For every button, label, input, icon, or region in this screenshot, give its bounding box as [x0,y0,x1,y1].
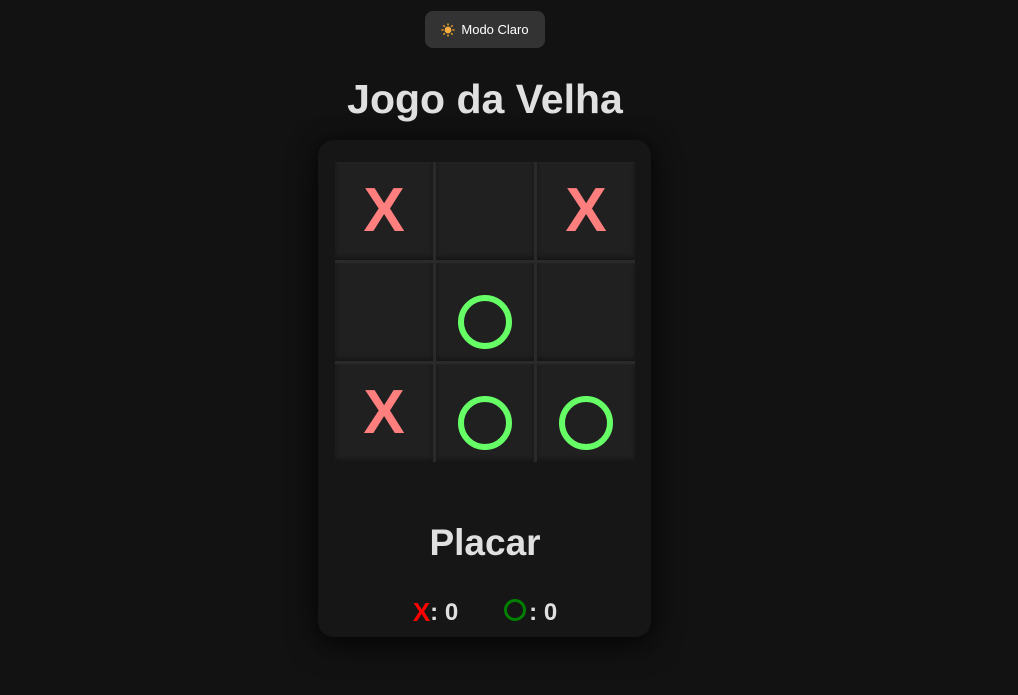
page-title: Jogo da Velha [347,76,623,122]
score-x-value: : 0 [430,598,459,626]
score-o-value: : 0 [529,598,558,626]
sun-icon [441,23,455,36]
board-cell[interactable]: X [335,364,433,462]
board-cell[interactable] [537,364,635,462]
theme-toggle-button[interactable]: Modo Claro [425,11,545,48]
scoreboard-title: Placar [429,522,541,563]
scoreboard: X : 0 : 0 [0,597,970,628]
score-o: : 0 [504,597,557,628]
game-board: X X X [335,162,635,462]
score-x: X : 0 [413,597,458,628]
board-cell[interactable]: X [335,162,433,260]
board-cell[interactable]: X [537,162,635,260]
board-cell[interactable] [436,364,534,462]
board-cell[interactable] [436,162,534,260]
o-mark [458,295,512,349]
x-mark: X [363,176,405,245]
o-mark [458,396,512,450]
board-cell[interactable] [436,263,534,361]
board-cell[interactable] [537,263,635,361]
x-mark: X [363,378,405,447]
board-cell[interactable] [335,263,433,361]
score-x-symbol: X [412,597,431,627]
score-o-symbol [504,598,527,621]
x-mark: X [565,176,607,245]
theme-toggle-label: Modo Claro [461,22,529,37]
o-mark [559,396,613,450]
